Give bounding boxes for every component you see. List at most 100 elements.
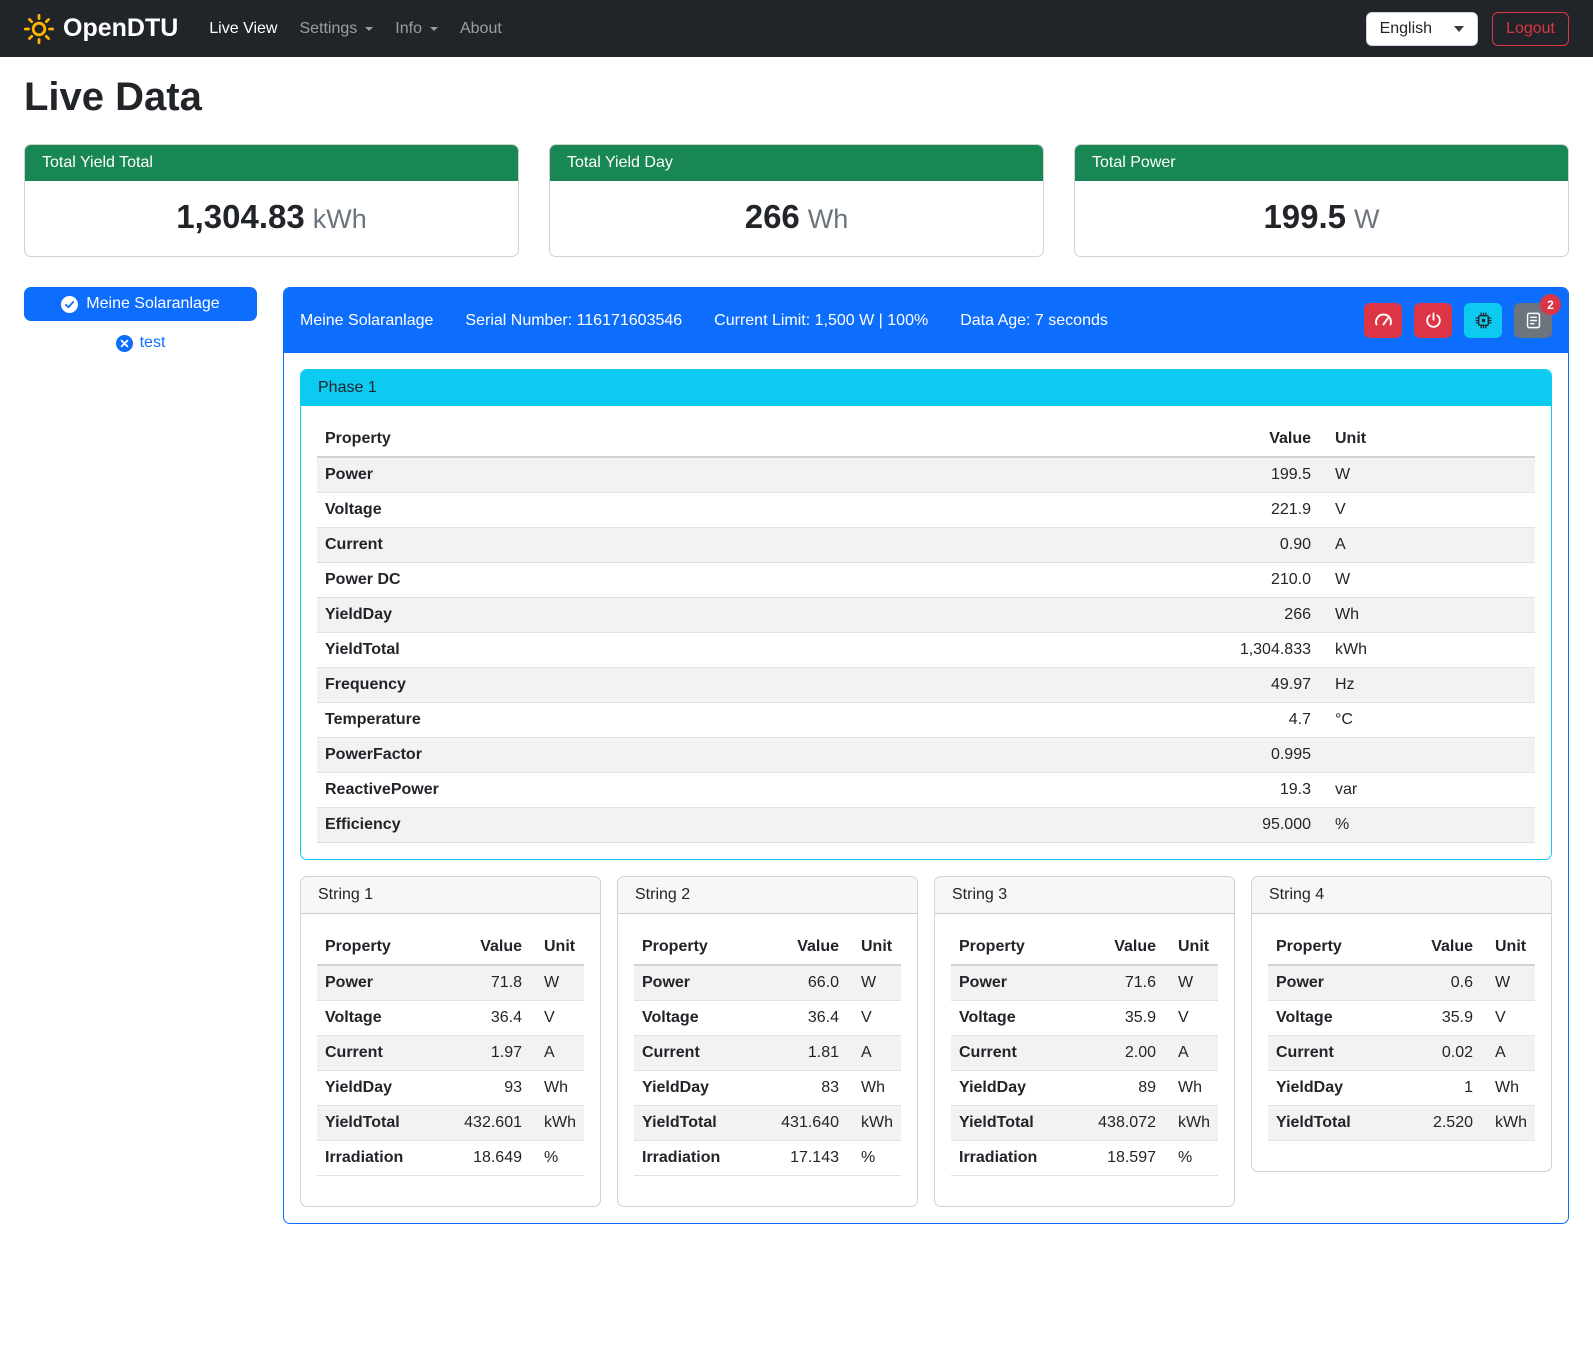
limit-settings-button[interactable]: [1364, 303, 1402, 338]
unit-cell: V: [1164, 1001, 1218, 1036]
card-unit: Wh: [808, 204, 849, 234]
card-title: Total Yield Day: [550, 145, 1043, 181]
string-table: Property Value Unit Power66.0W Voltage36…: [634, 930, 901, 1176]
property-cell: Power: [1268, 965, 1409, 1001]
unit-cell: A: [1319, 528, 1535, 563]
property-cell: Current: [951, 1036, 1090, 1071]
col-value: Value: [773, 930, 847, 965]
property-cell: Current: [317, 528, 1189, 563]
property-cell: Irradiation: [951, 1141, 1090, 1176]
property-cell: Power DC: [317, 563, 1189, 598]
language-select[interactable]: English: [1366, 12, 1478, 46]
event-log-button[interactable]: 2: [1514, 303, 1552, 338]
nav-live-view[interactable]: Live View: [198, 12, 288, 46]
table-row: Current0.90A: [317, 528, 1535, 563]
nav-live-view-label: Live View: [209, 20, 277, 38]
unit-cell: kWh: [847, 1106, 901, 1141]
value-cell: 35.9: [1090, 1001, 1164, 1036]
language-select-value: English: [1380, 20, 1432, 38]
string-card-4: String 4 Property Value Unit: [1251, 876, 1552, 1172]
property-cell: YieldDay: [317, 1071, 456, 1106]
value-cell: 0.995: [1189, 738, 1319, 773]
inverter-limit: Current Limit: 1,500 W | 100%: [714, 312, 928, 330]
table-row: Voltage35.9V: [1268, 1001, 1535, 1036]
property-cell: Frequency: [317, 668, 1189, 703]
card-total-power: Total Power 199.5W: [1074, 144, 1569, 257]
card-value: 1,304.83: [176, 198, 304, 235]
value-cell: 1,304.833: [1189, 633, 1319, 668]
col-property: Property: [317, 422, 1189, 457]
unit-cell: V: [847, 1001, 901, 1036]
value-cell: 199.5: [1189, 457, 1319, 493]
unit-cell: W: [1319, 457, 1535, 493]
value-cell: 266: [1189, 598, 1319, 633]
journal-list-icon: [1524, 311, 1543, 330]
property-cell: Current: [1268, 1036, 1409, 1071]
check-circle-icon: [61, 296, 78, 313]
property-cell: YieldDay: [634, 1071, 773, 1106]
unit-cell: °C: [1319, 703, 1535, 738]
col-value: Value: [456, 930, 530, 965]
property-cell: PowerFactor: [317, 738, 1189, 773]
table-header-row: Property Value Unit: [1268, 930, 1535, 965]
chevron-down-icon: [1454, 26, 1464, 32]
property-cell: Power: [951, 965, 1090, 1001]
table-row: Frequency49.97Hz: [317, 668, 1535, 703]
unit-cell: W: [530, 965, 584, 1001]
nav-about[interactable]: About: [449, 12, 513, 46]
table-row: Irradiation18.597%: [951, 1141, 1218, 1176]
brand-label: OpenDTU: [63, 14, 178, 43]
device-info-button[interactable]: [1464, 303, 1502, 338]
nav-info-dropdown[interactable]: Info: [384, 12, 449, 46]
unit-cell: Wh: [1319, 598, 1535, 633]
logout-button[interactable]: Logout: [1492, 12, 1569, 46]
string-card-title: String 2: [618, 877, 917, 914]
inverter-button-label: test: [140, 334, 166, 352]
table-row: YieldTotal438.072kWh: [951, 1106, 1218, 1141]
table-row: YieldTotal431.640kWh: [634, 1106, 901, 1141]
table-row: Efficiency95.000%: [317, 808, 1535, 843]
col-property: Property: [634, 930, 773, 965]
value-cell: 432.601: [456, 1106, 530, 1141]
power-button[interactable]: [1414, 303, 1452, 338]
col-property: Property: [951, 930, 1090, 965]
table-row: Power71.6W: [951, 965, 1218, 1001]
table-row: Power71.8W: [317, 965, 584, 1001]
property-cell: YieldTotal: [1268, 1106, 1409, 1141]
unit-cell: W: [1481, 965, 1535, 1001]
nav-settings-dropdown[interactable]: Settings: [288, 12, 384, 46]
value-cell: 71.6: [1090, 965, 1164, 1001]
table-row: Voltage36.4V: [317, 1001, 584, 1036]
table-row: ReactivePower19.3var: [317, 773, 1535, 808]
unit-cell: A: [847, 1036, 901, 1071]
unit-cell: Wh: [1164, 1071, 1218, 1106]
col-value: Value: [1189, 422, 1319, 457]
unit-cell: kWh: [1319, 633, 1535, 668]
inverter-button-test[interactable]: test: [24, 334, 257, 352]
table-row: Current0.02A: [1268, 1036, 1535, 1071]
table-row: Current1.97A: [317, 1036, 584, 1071]
nav-about-label: About: [460, 20, 502, 38]
inverter-button-label: Meine Solaranlage: [86, 295, 219, 313]
value-cell: 71.8: [456, 965, 530, 1001]
nav-settings-label: Settings: [299, 20, 357, 38]
phase-card: Phase 1 Property Value Unit: [300, 369, 1552, 860]
inverter-card-header: Meine Solaranlage Serial Number: 1161716…: [284, 288, 1568, 353]
table-row: YieldDay89Wh: [951, 1071, 1218, 1106]
nav-info-label: Info: [395, 20, 422, 38]
col-unit: Unit: [847, 930, 901, 965]
property-cell: Voltage: [317, 1001, 456, 1036]
value-cell: 210.0: [1189, 563, 1319, 598]
table-row: YieldDay1Wh: [1268, 1071, 1535, 1106]
unit-cell: %: [1164, 1141, 1218, 1176]
unit-cell: W: [1319, 563, 1535, 598]
table-row: Temperature4.7°C: [317, 703, 1535, 738]
unit-cell: A: [1164, 1036, 1218, 1071]
value-cell: 1: [1409, 1071, 1481, 1106]
inverter-button-selected[interactable]: Meine Solaranlage: [24, 287, 257, 321]
value-cell: 2.00: [1090, 1036, 1164, 1071]
table-header-row: Property Value Unit: [951, 930, 1218, 965]
table-header-row: Property Value Unit: [317, 422, 1535, 457]
property-cell: YieldDay: [1268, 1071, 1409, 1106]
brand[interactable]: OpenDTU: [24, 14, 178, 44]
